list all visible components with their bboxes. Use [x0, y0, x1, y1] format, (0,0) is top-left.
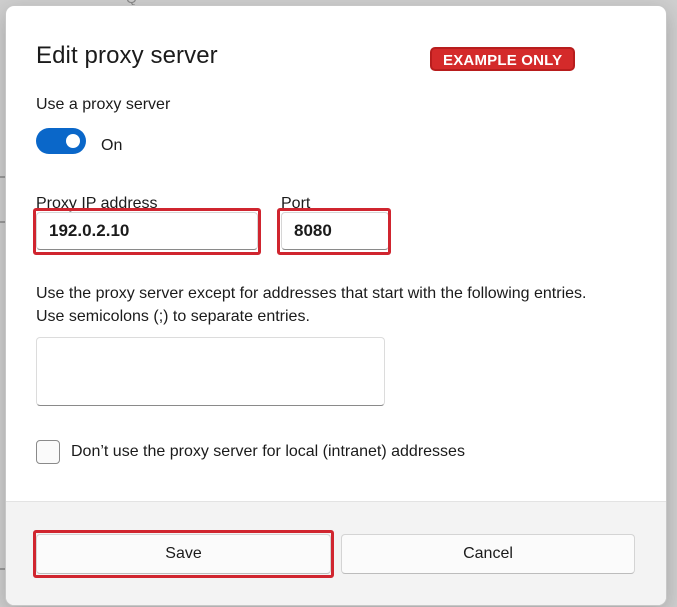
- port-value: 8080: [294, 221, 332, 240]
- exceptions-textarea[interactable]: [36, 337, 385, 406]
- use-proxy-toggle[interactable]: [36, 128, 86, 154]
- local-bypass-label: Don’t use the proxy server for local (in…: [71, 443, 465, 460]
- toggle-state-label: On: [101, 137, 123, 154]
- port-label: Port: [281, 195, 311, 212]
- dialog-footer: Save Cancel: [6, 501, 666, 605]
- proxy-ip-input[interactable]: 192.0.2.10: [36, 212, 258, 250]
- port-input[interactable]: 8080: [281, 212, 389, 250]
- example-only-badge: EXAMPLE ONLY: [430, 47, 576, 71]
- local-bypass-checkbox[interactable]: [36, 440, 60, 464]
- proxy-ip-value: 192.0.2.10: [49, 221, 130, 240]
- cancel-button[interactable]: Cancel: [341, 534, 635, 574]
- proxy-ip-label: Proxy IP address: [36, 195, 158, 212]
- exceptions-description-line1: Use the proxy server except for addresse…: [36, 285, 587, 302]
- edit-proxy-dialog: Edit proxy server EXAMPLE ONLY Use a pro…: [6, 6, 666, 605]
- toggle-knob: [66, 134, 80, 148]
- use-proxy-label: Use a proxy server: [36, 96, 171, 113]
- dialog-title: Edit proxy server: [36, 42, 218, 69]
- exceptions-description-line2: Use semicolons (;) to separate entries.: [36, 308, 310, 325]
- save-button[interactable]: Save: [36, 534, 331, 574]
